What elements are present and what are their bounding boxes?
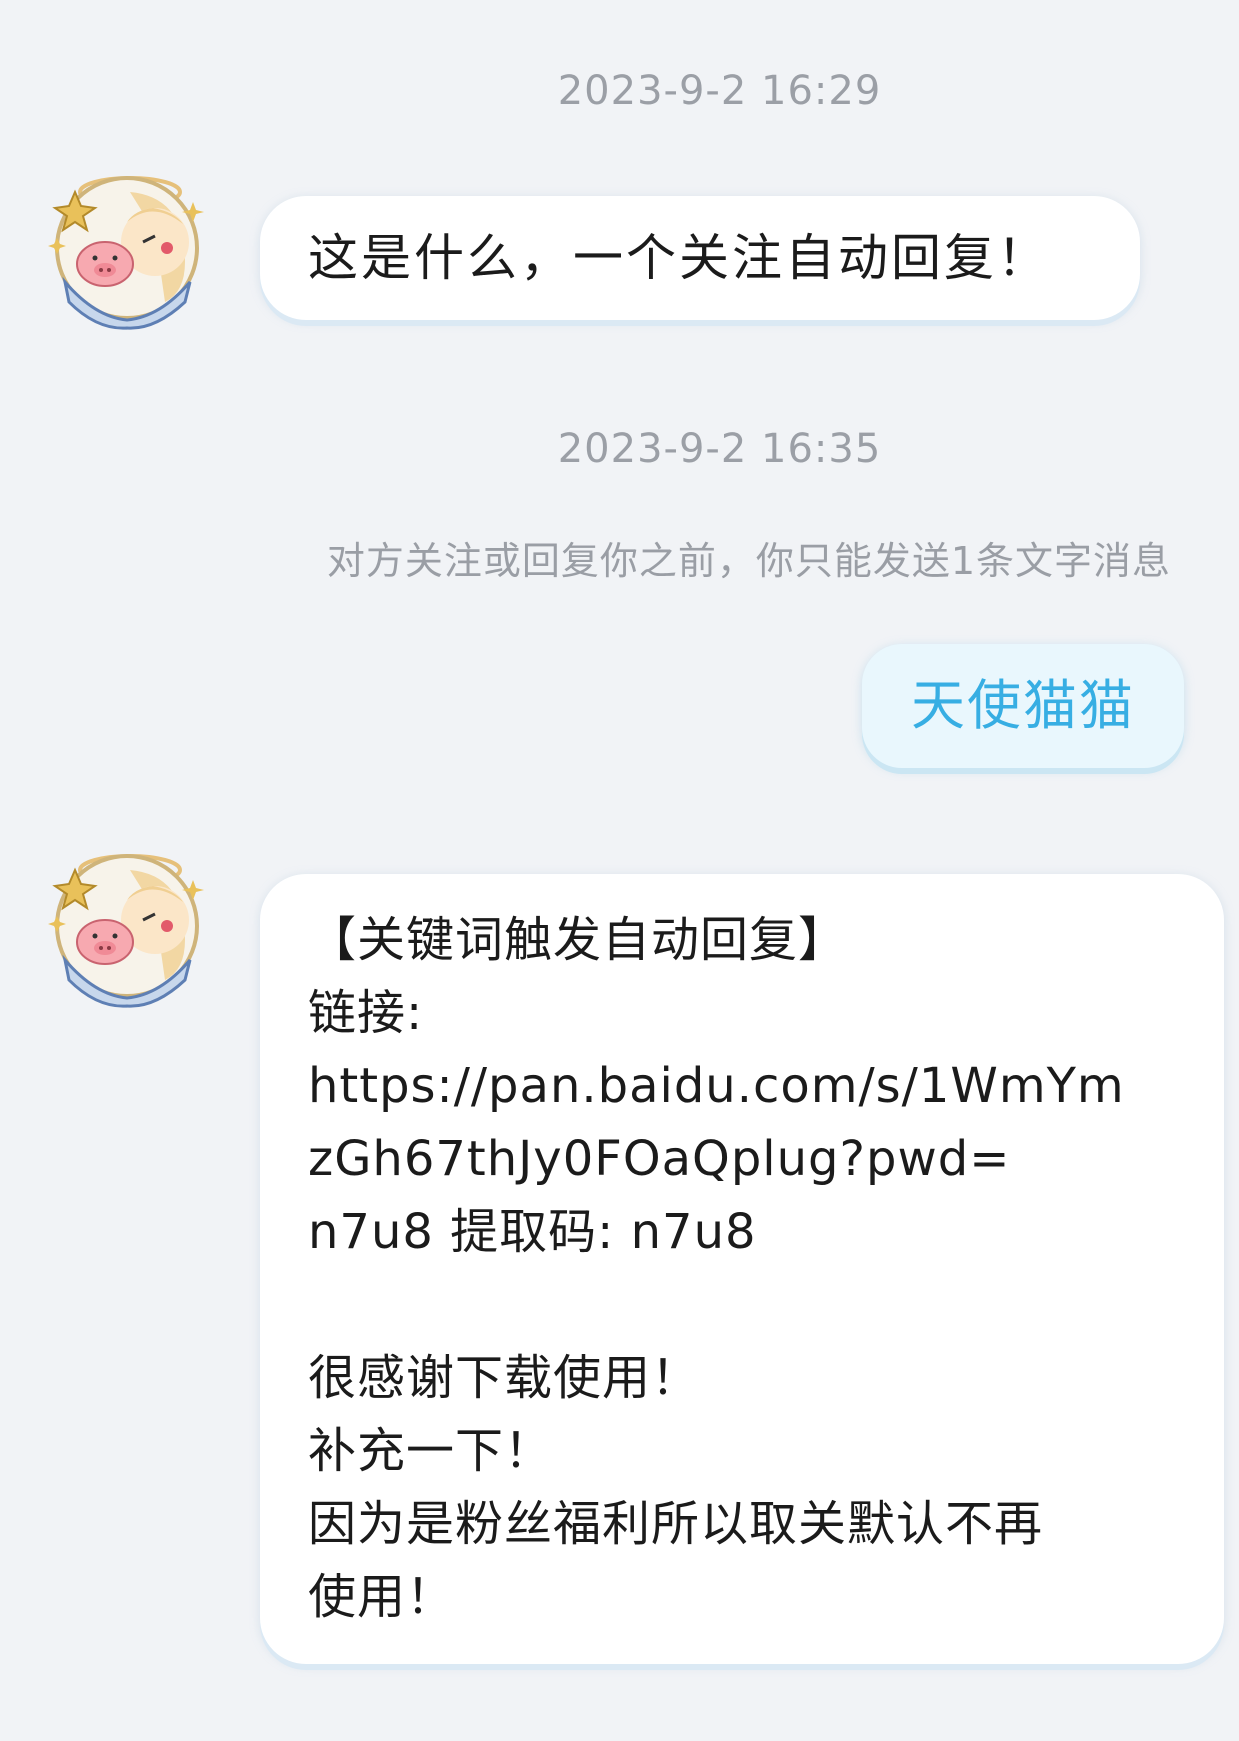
timestamp: 2023-9-2 16:35: [557, 426, 882, 472]
my-message-bubble[interactable]: 天使猫猫: [862, 644, 1184, 768]
timestamp: 2023-9-2 16:29: [557, 68, 882, 114]
message-text: 这是什么，一个关注自动回复！: [308, 229, 1050, 287]
message-line: 链接:: [308, 985, 424, 1041]
message-line: 补充一下！: [308, 1423, 554, 1479]
message-line: n7u8 提取码: n7u8: [308, 1204, 757, 1260]
avatar-icon[interactable]: [35, 152, 213, 330]
message-bubble[interactable]: 这是什么，一个关注自动回复！: [260, 196, 1140, 320]
message-line: 因为是粉丝福利所以取关默认不再: [308, 1496, 1044, 1552]
message-bubble[interactable]: 【关键词触发自动回复】 链接: https://pan.baidu.com/s/…: [260, 874, 1224, 1664]
avatar-icon[interactable]: [35, 830, 213, 1008]
message-line: 很感谢下载使用！: [308, 1350, 701, 1406]
message-line: 【关键词触发自动回复】: [308, 912, 848, 968]
message-text: 天使猫猫: [911, 674, 1135, 737]
message-link[interactable]: https://pan.baidu.com/s/1WmYm: [308, 1050, 1194, 1123]
message-line: 使用！: [308, 1569, 456, 1625]
message-link[interactable]: zGh67thJy0FOaQplug?pwd=: [308, 1123, 1194, 1196]
system-note: 对方关注或回复你之前，你只能发送1条文字消息: [326, 539, 1171, 583]
